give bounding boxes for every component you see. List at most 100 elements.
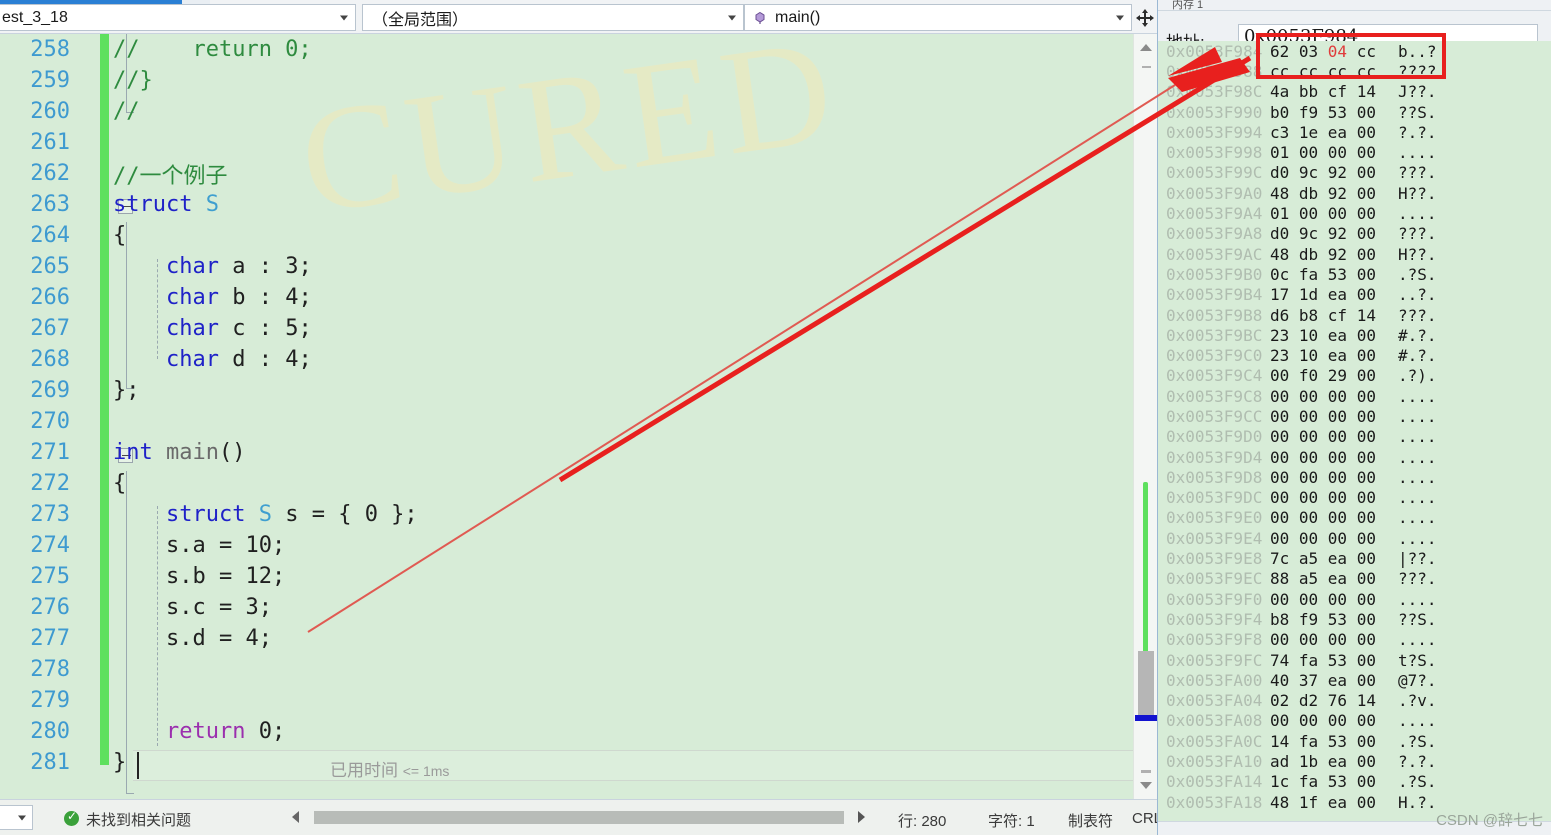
line-number: 265 (30, 254, 70, 279)
code-text: s.c = 3; (113, 595, 272, 620)
memory-row[interactable]: 0x0053F9A4 01 00 00 00.... (1158, 203, 1551, 223)
memory-row[interactable]: 0x0053F998 01 00 00 00.... (1158, 142, 1551, 162)
code-line[interactable]: 281} (0, 747, 1135, 778)
memory-row[interactable]: 0x0053F9F8 00 00 00 00.... (1158, 630, 1551, 650)
memory-row[interactable]: 0x0053F9BC 23 10 ea 00 #.?. (1158, 325, 1551, 345)
code-line[interactable]: 274 s.a = 10; (0, 530, 1135, 561)
memory-row-ascii: ..?. (1398, 285, 1437, 305)
memory-row[interactable]: 0x0053FA10 ad 1b ea 00?.?. (1158, 751, 1551, 771)
line-number: 262 (30, 161, 70, 186)
memory-row-hex: 00 00 00 00 (1270, 386, 1376, 406)
code-line[interactable]: 271 int main() (0, 437, 1135, 468)
memory-row[interactable]: 0x0053F994 c3 1e ea 00?.?. (1158, 122, 1551, 142)
code-line[interactable]: 278 (0, 654, 1135, 685)
memory-row[interactable]: 0x0053F9D0 00 00 00 00.... (1158, 427, 1551, 447)
memory-row-hex: b8 f9 53 00 (1270, 609, 1376, 629)
code-line[interactable]: 280 return 0; (0, 716, 1135, 747)
horizontal-scroll-thumb[interactable] (314, 811, 844, 824)
memory-row-hex: 14 fa 53 00 (1270, 731, 1376, 751)
horizontal-scrollbar[interactable] (292, 808, 872, 827)
split-window-icon[interactable] (1135, 8, 1155, 28)
memory-row-address: 0x0053F9CC (1166, 406, 1263, 426)
memory-row[interactable]: 0x0053F9CC 00 00 00 00.... (1158, 406, 1551, 426)
code-line[interactable]: 275 s.b = 12; (0, 561, 1135, 592)
memory-row[interactable]: 0x0053F9D4 00 00 00 00.... (1158, 447, 1551, 467)
code-line[interactable]: 268 char d : 4; (0, 344, 1135, 375)
status-char-number: 字符: 1 (988, 813, 1035, 830)
memory-panel[interactable]: 内存 1 地址: 0x0053F984 0x0053F984 62 03 04 c… (1157, 0, 1551, 835)
memory-row[interactable]: 0x0053F98C 4a bb cf 14 J??. (1158, 82, 1551, 102)
memory-row-address: 0x0053F998 (1166, 143, 1263, 163)
memory-row[interactable]: 0x0053F9B0 0c fa 53 00 .?S. (1158, 264, 1551, 284)
memory-row-address: 0x0053FA00 (1166, 670, 1263, 690)
code-line[interactable]: 273 struct S s = { 0 }; (0, 499, 1135, 530)
code-line[interactable]: 266 char b : 4; (0, 282, 1135, 313)
memory-row[interactable]: 0x0053F984 62 03 04 cc b..? (1158, 41, 1551, 61)
memory-row[interactable]: 0x0053F9F4 b8 f9 53 00 ??S. (1158, 609, 1551, 629)
memory-row[interactable]: 0x0053F9B8 d6 b8 cf 14???. (1158, 305, 1551, 325)
chevron-down-icon[interactable] (340, 15, 348, 20)
memory-row-address: 0x0053FA08 (1166, 711, 1263, 731)
editor-vertical-scrollbar[interactable] (1133, 34, 1157, 799)
code-line[interactable]: 276 s.c = 3; (0, 592, 1135, 623)
code-line[interactable]: 267 char c : 5; (0, 313, 1135, 344)
code-text: int main() (113, 440, 246, 465)
code-line[interactable]: 272 { (0, 468, 1135, 499)
memory-row[interactable]: 0x0053F988 cc cc cc cc???? (1158, 61, 1551, 81)
memory-row[interactable]: 0x0053FA04 02 d2 76 14 .?v. (1158, 691, 1551, 711)
memory-row[interactable]: 0x0053F9A0 48 db 92 00 H??. (1158, 183, 1551, 203)
memory-rows-container[interactable]: 0x0053F984 62 03 04 cc b..? 0x0053F988 cc cc… (1158, 41, 1551, 821)
memory-row[interactable]: 0x0053F9C0 23 10 ea 00 #.?. (1158, 345, 1551, 365)
memory-row-address: 0x0053F9B0 (1166, 264, 1263, 284)
memory-row-hex: d0 9c 92 00 (1270, 224, 1376, 244)
status-dropdown[interactable] (0, 805, 33, 830)
scroll-up-arrow-icon[interactable] (1140, 44, 1152, 51)
play-triangle-icon[interactable] (858, 811, 865, 823)
memory-row-address: 0x0053F9A8 (1166, 224, 1263, 244)
memory-row[interactable]: 0x0053F9C4 00 f0 29 00.?). (1158, 366, 1551, 386)
line-number: 258 (30, 37, 70, 62)
memory-row[interactable]: 0x0053F9FC 74 fa 53 00 t?S. (1158, 650, 1551, 670)
memory-row[interactable]: 0x0053F99C d0 9c 92 00???. (1158, 163, 1551, 183)
memory-row-hex: 00 00 00 00 (1270, 508, 1376, 528)
scrollbar-thumb[interactable] (1138, 651, 1154, 717)
memory-row[interactable]: 0x0053F9AC 48 db 92 00 H??. (1158, 244, 1551, 264)
memory-panel-tab[interactable]: 内存 1 (1158, 0, 1551, 11)
line-number: 263 (30, 192, 70, 217)
memory-row-ascii: .... (1398, 427, 1437, 447)
memory-row-hex: 62 03 04 cc (1270, 41, 1376, 61)
line-number: 260 (30, 99, 70, 124)
code-line[interactable]: 269}; (0, 375, 1135, 406)
memory-row[interactable]: 0x0053FA08 00 00 00 00.... (1158, 711, 1551, 731)
memory-row-hex: 23 10 ea 00 (1270, 325, 1376, 345)
memory-row[interactable]: 0x0053FA00 40 37 ea 00 @7?. (1158, 670, 1551, 690)
arrow-left-icon[interactable] (292, 811, 299, 823)
memory-row[interactable]: 0x0053FA14 1c fa 53 00 .?S. (1158, 772, 1551, 792)
file-selector-combo[interactable]: est_3_18 (0, 4, 356, 31)
code-line[interactable]: 277 s.d = 4; (0, 623, 1135, 654)
memory-row[interactable]: 0x0053F9B4 17 1d ea 00..?. (1158, 285, 1551, 305)
memory-row-address: 0x0053FA18 (1166, 792, 1263, 812)
memory-row[interactable]: 0x0053F9E0 00 00 00 00.... (1158, 508, 1551, 528)
memory-row[interactable]: 0x0053F9A8 d0 9c 92 00???. (1158, 224, 1551, 244)
memory-row-ascii: ???. (1398, 305, 1437, 325)
memory-row[interactable]: 0x0053F9E4 00 00 00 00.... (1158, 528, 1551, 548)
code-line[interactable]: 264 { (0, 220, 1135, 251)
code-line[interactable]: 270 (0, 406, 1135, 437)
code-line[interactable]: 279 (0, 685, 1135, 716)
memory-row[interactable]: 0x0053F990 b0 f9 53 00 ??S. (1158, 102, 1551, 122)
chevron-down-icon[interactable] (18, 815, 26, 820)
memory-row[interactable]: 0x0053F9E8 7c a5 ea 00 |??. (1158, 548, 1551, 568)
scroll-down-arrow-icon[interactable] (1140, 782, 1152, 789)
memory-row[interactable]: 0x0053F9DC 00 00 00 00.... (1158, 488, 1551, 508)
memory-row[interactable]: 0x0053FA0C 14 fa 53 00 .?S. (1158, 731, 1551, 751)
editor-status-bar: 未找到相关问题 (0, 799, 1157, 835)
line-number: 261 (30, 130, 70, 155)
memory-row[interactable]: 0x0053F9EC 88 a5 ea 00???. (1158, 569, 1551, 589)
chevron-down-icon[interactable] (1116, 15, 1124, 20)
memory-row[interactable]: 0x0053F9C8 00 00 00 00.... (1158, 386, 1551, 406)
memory-row[interactable]: 0x0053F9D8 00 00 00 00.... (1158, 467, 1551, 487)
code-line[interactable]: 265 char a : 3; (0, 251, 1135, 282)
check-circle-icon (64, 809, 79, 826)
memory-row[interactable]: 0x0053F9F0 00 00 00 00.... (1158, 589, 1551, 609)
